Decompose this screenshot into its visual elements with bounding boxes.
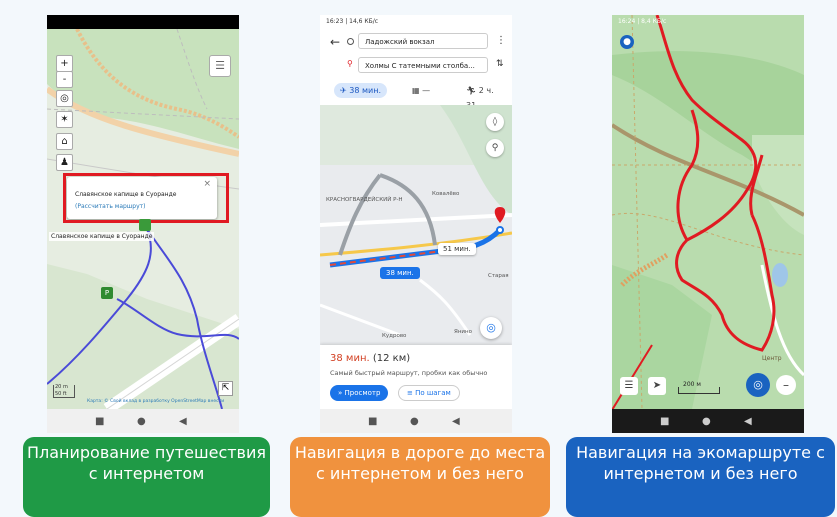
caption-planning-text: Планирование путешествия с интернетом bbox=[26, 443, 267, 483]
back-icon[interactable]: ◀ bbox=[179, 416, 187, 427]
sheet-route-distance: (12 км) bbox=[372, 353, 411, 364]
destination-pin-icon: ⚲ bbox=[347, 59, 353, 68]
phone-screenshot-eco-route: 16:24 | 8,4 КБ/с ● Центр ☰ ➤ 200 м ◎ – ■… bbox=[612, 15, 804, 433]
google-map-view[interactable]: ◊ ⚲ КРАСНОГВАРДЕЙСКИЙ Р-Н Ковалёво Стара… bbox=[320, 105, 512, 345]
scale-top-label: 20 m bbox=[55, 384, 68, 390]
recents-icon[interactable]: ■ bbox=[660, 416, 669, 427]
place-label-kovalevo: Ковалёво bbox=[432, 191, 460, 197]
status-bar: 16:23 | 14,6 КБ/с bbox=[320, 15, 512, 29]
home-icon[interactable]: ⌂ bbox=[56, 133, 73, 150]
menu-icon: ☰ bbox=[624, 380, 634, 391]
android-nav-bar: ■ ● ◀ bbox=[612, 409, 804, 433]
parking-marker-icon[interactable]: P bbox=[101, 287, 113, 299]
back-arrow-icon[interactable]: ← bbox=[330, 35, 340, 49]
caption-road-navigation-text: Навигация в дороге до места с интернетом… bbox=[294, 443, 546, 483]
scale-bottom-label: 50 ft bbox=[55, 391, 67, 397]
mode-transit-chip[interactable]: ▦ — bbox=[406, 83, 436, 98]
mode-car-chip[interactable]: ✈︎ 38 мин. bbox=[334, 83, 387, 98]
hiker-icon[interactable]: ♟ bbox=[56, 154, 73, 171]
map-search-button[interactable]: ⚲ bbox=[486, 139, 504, 157]
caption-planning: Планирование путешествия с интернетом bbox=[23, 437, 270, 517]
layers-icon: ☰ bbox=[215, 59, 225, 72]
recents-icon[interactable]: ■ bbox=[368, 416, 377, 427]
recents-icon[interactable]: ■ bbox=[95, 416, 104, 427]
arrow-expand-icon: ⇱ bbox=[221, 383, 230, 393]
status-time: 16:23 | 14,6 КБ/с bbox=[326, 18, 379, 25]
zoom-out-button[interactable]: - bbox=[56, 71, 73, 88]
layers-icon: ◊ bbox=[492, 117, 498, 127]
eco-route-canvas bbox=[612, 15, 804, 409]
back-icon[interactable]: ◀ bbox=[452, 416, 460, 427]
caption-eco-navigation-text: Навигация на экомаршруте с интернетом и … bbox=[576, 443, 825, 483]
caption-road-navigation: Навигация в дороге до места с интернетом… bbox=[290, 437, 550, 517]
my-location-icon: ◎ bbox=[486, 321, 496, 334]
android-nav-bar: ■ ● ◀ bbox=[47, 409, 239, 433]
eco-route-map-view[interactable]: 16:24 | 8,4 КБ/с ● Центр ☰ ➤ 200 м ◎ – bbox=[612, 15, 804, 409]
steps-button[interactable]: ≡ По шагам bbox=[398, 385, 460, 401]
scale-bar: 20 m 50 ft bbox=[53, 384, 75, 398]
place-label-kudrovo: Кудрово bbox=[382, 333, 407, 339]
my-location-button[interactable]: ◎ bbox=[746, 373, 770, 397]
home-nav-icon[interactable]: ● bbox=[702, 416, 711, 427]
my-location-button[interactable]: ◎ bbox=[480, 317, 502, 339]
globe-icon: ● bbox=[623, 37, 631, 47]
route-map-canvas bbox=[320, 105, 512, 345]
osm-map-view[interactable]: + - ◎ ✶ ⌂ ♟ ☰ Славянское капище в Суоран… bbox=[47, 29, 239, 409]
android-nav-bar: ■ ● ◀ bbox=[320, 409, 512, 433]
back-icon[interactable]: ◀ bbox=[744, 416, 752, 427]
home-nav-icon[interactable]: ● bbox=[137, 416, 146, 427]
globe-button[interactable]: ● bbox=[620, 35, 634, 49]
scale-label: 200 м bbox=[683, 381, 701, 388]
preview-button[interactable]: » Просмотр bbox=[330, 385, 389, 401]
menu-button[interactable]: ☰ bbox=[620, 377, 638, 395]
destination-field[interactable]: Холмы С татемными столба... bbox=[358, 57, 488, 73]
mode-transit-time: — bbox=[422, 86, 431, 95]
swap-icon[interactable]: ⇅ bbox=[496, 59, 504, 69]
map-attribution[interactable]: Карта: © Свой вклад в разработку OpenStr… bbox=[87, 399, 224, 404]
phone-screenshot-navigation: 16:23 | 14,6 КБ/с ← Ладожский вокзал Хол… bbox=[320, 15, 512, 433]
more-menu-icon[interactable]: ⋮ bbox=[496, 35, 506, 46]
home-nav-icon[interactable]: ● bbox=[410, 416, 419, 427]
route-description: Самый быстрый маршрут, пробки как обычно bbox=[330, 369, 488, 377]
status-bar: 16:24 | 8,4 КБ/с bbox=[612, 15, 804, 29]
sheet-route-time: 38 мин. bbox=[330, 353, 370, 364]
steps-button-label: По шагам bbox=[415, 389, 451, 397]
navigation-arrow-icon: ➤ bbox=[652, 380, 662, 391]
preview-button-label: Просмотр bbox=[344, 389, 381, 397]
place-label-staraya: Старая bbox=[488, 273, 509, 279]
fullscreen-button[interactable]: ⇱ bbox=[218, 381, 233, 396]
layers-button[interactable]: ☰ bbox=[209, 55, 231, 77]
route-summary-sheet: 38 мин. (12 км) Самый быстрый маршрут, п… bbox=[320, 345, 512, 409]
route-time-badge[interactable]: 38 мин. bbox=[380, 267, 420, 279]
search-icon: ⚲ bbox=[491, 143, 499, 153]
place-label-yanino: Янино bbox=[454, 329, 472, 335]
mode-car-time: 38 мин. bbox=[349, 86, 381, 95]
origin-text: Ладожский вокзал bbox=[365, 38, 435, 46]
poi-label: Славянское капище в Суоранде bbox=[49, 232, 155, 241]
sheet-time-row: 38 мин. (12 км) bbox=[330, 353, 410, 364]
map-label-center: Центр bbox=[762, 355, 782, 362]
zoom-out-button[interactable]: – bbox=[776, 375, 796, 395]
navigation-button[interactable]: ➤ bbox=[648, 377, 666, 395]
phone-screenshot-planning: + - ◎ ✶ ⌂ ♟ ☰ Славянское капище в Суоран… bbox=[47, 15, 239, 433]
caption-eco-navigation: Навигация на экомаршруте с интернетом и … bbox=[566, 437, 835, 517]
destination-text: Холмы С татемными столба... bbox=[365, 62, 475, 70]
alternate-route-time[interactable]: 51 мин. bbox=[438, 243, 476, 255]
district-label: КРАСНОГВАРДЕЙСКИЙ Р-Н bbox=[326, 197, 403, 203]
origin-field[interactable]: Ладожский вокзал bbox=[358, 33, 488, 49]
popup-highlight-box bbox=[63, 173, 229, 223]
target-icon: ◎ bbox=[753, 378, 763, 391]
map-layers-button[interactable]: ◊ bbox=[486, 113, 504, 131]
locate-icon[interactable]: ◎ bbox=[56, 90, 73, 107]
poi-marker-icon[interactable] bbox=[139, 219, 151, 231]
scale-bar: 200 м bbox=[678, 381, 720, 394]
compass-icon[interactable]: ✶ bbox=[56, 111, 73, 128]
origin-dot-icon bbox=[347, 38, 354, 45]
zoom-in-button[interactable]: + bbox=[56, 55, 73, 72]
status-time: 16:24 | 8,4 КБ/с bbox=[618, 18, 667, 25]
